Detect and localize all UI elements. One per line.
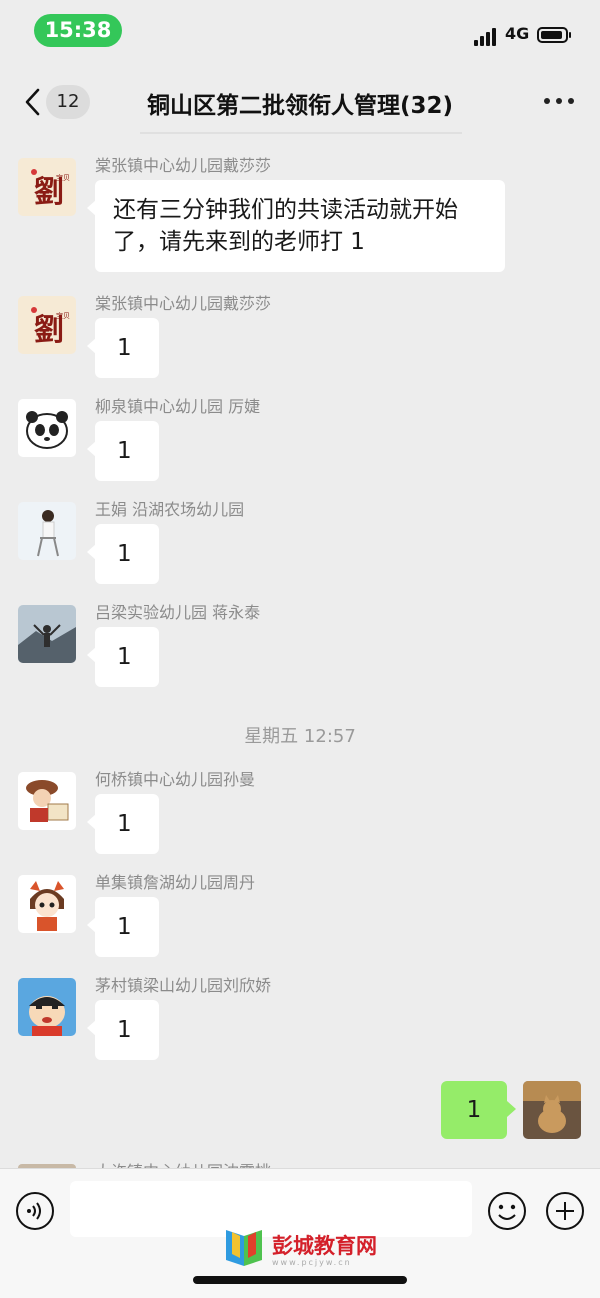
cellular-signal-icon: [474, 26, 498, 46]
sender-name: 柳泉镇中心幼儿园 厉婕: [95, 397, 261, 416]
message-bubble[interactable]: 1: [87, 524, 159, 584]
cat-avatar[interactable]: [523, 1081, 581, 1139]
message-bubble[interactable]: 1: [87, 627, 159, 687]
watermark-text: 彭城教育网: [272, 1233, 377, 1258]
message-bubble[interactable]: 1: [87, 1000, 159, 1060]
crayon-shin-avatar[interactable]: [18, 978, 76, 1036]
header-divider: [140, 132, 462, 134]
message-bubble[interactable]: 1: [87, 794, 159, 854]
book-logo-icon: [226, 1230, 262, 1266]
sender-name: 王娟 沿湖农场幼儿园: [95, 500, 245, 519]
sender-name: 棠张镇中心幼儿园戴莎莎: [95, 294, 272, 313]
timestamp-divider: 星期五 12:57: [244, 726, 356, 747]
sender-name: 何桥镇中心幼儿园孙曼: [95, 770, 256, 789]
self-message-bubble[interactable]: 1: [441, 1081, 516, 1139]
message-bubble[interactable]: 还有三分钟我们的共读活动就开始了，请先来到的老师打 1: [87, 180, 505, 272]
group-title: 铜山区第二批领衔人管理(32): [146, 93, 454, 119]
unread-count-badge[interactable]: 12: [46, 85, 90, 119]
message-bubble[interactable]: 1: [87, 318, 159, 378]
watermark-url: www.pcjyw.cn: [272, 1258, 352, 1267]
network-type: 4G: [505, 24, 530, 43]
site-watermark: 彭城教育网 www.pcjyw.cn: [222, 1228, 422, 1272]
back-chevron-icon[interactable]: [22, 86, 46, 118]
sender-name: 单集镇詹湖幼儿园周丹: [95, 873, 256, 892]
sender-name: 茅村镇梁山幼儿园刘欣娇: [95, 976, 272, 995]
add-more-icon[interactable]: [545, 1191, 585, 1231]
message-bubble[interactable]: 1: [87, 897, 159, 957]
mountain-person-avatar[interactable]: [18, 605, 76, 663]
voice-input-icon[interactable]: [15, 1191, 55, 1231]
message-bubble[interactable]: 1: [87, 421, 159, 481]
panda-avatar[interactable]: [18, 399, 76, 457]
chat-header: 12 铜山区第二批领衔人管理(32): [0, 72, 600, 132]
svg-text:宝贝: 宝贝: [56, 311, 70, 320]
status-bar: 15:38 4G: [0, 0, 600, 60]
calligraphy-avatar[interactable]: 劉宝贝: [18, 158, 76, 216]
cartoon-hat-avatar[interactable]: [18, 772, 76, 830]
cutoff-sender-name: 大许镇中心幼儿园沈霞桃: [95, 1158, 271, 1168]
person-chair-avatar[interactable]: [18, 502, 76, 560]
sender-name: 吕梁实验幼儿园 蒋永泰: [95, 603, 261, 622]
more-options-icon[interactable]: [544, 98, 576, 106]
cartoon-girl-avatar[interactable]: [18, 875, 76, 933]
battery-icon: [537, 27, 571, 43]
home-indicator[interactable]: [193, 1276, 407, 1284]
status-time: 15:38: [34, 14, 122, 47]
sender-name: 棠张镇中心幼儿园戴莎莎: [95, 156, 272, 175]
svg-text:宝贝: 宝贝: [56, 173, 70, 182]
emoji-icon[interactable]: [487, 1191, 527, 1231]
calligraphy-avatar[interactable]: 劉宝贝: [18, 296, 76, 354]
